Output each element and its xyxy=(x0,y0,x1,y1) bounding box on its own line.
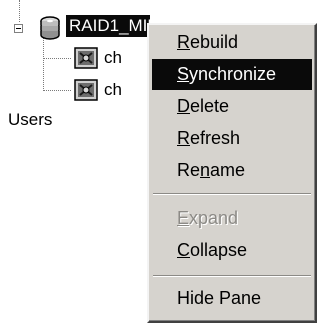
drive-icon xyxy=(73,77,99,103)
menu-separator xyxy=(153,275,311,277)
tree-view: RAID1_MIRROR ch ch Users xyxy=(0,0,150,329)
menu-item-hide-pane[interactable]: Hide Pane xyxy=(152,283,312,314)
tree-node-child-2[interactable]: ch xyxy=(104,79,122,101)
tree-guide-child-2 xyxy=(43,90,71,91)
tree-guide-child-1 xyxy=(43,58,71,59)
menu-item-rename[interactable]: Rename xyxy=(152,155,312,186)
disk-stack-icon xyxy=(37,15,63,41)
context-menu: Rebuild Synchronize Delete Refresh Renam… xyxy=(147,23,317,323)
tree-guide-top xyxy=(19,0,20,22)
tree-guide-children xyxy=(43,34,44,91)
tree-node-users[interactable]: Users xyxy=(8,109,52,131)
menu-item-delete[interactable]: Delete xyxy=(152,91,312,122)
menu-item-collapse[interactable]: Collapse xyxy=(152,235,312,266)
menu-item-expand: Expand xyxy=(177,208,239,228)
tree-node-child-1[interactable]: ch xyxy=(104,47,122,69)
menu-item-refresh[interactable]: Refresh xyxy=(152,123,312,154)
collapse-minus-icon[interactable] xyxy=(14,24,23,33)
menu-item-rebuild[interactable]: Rebuild xyxy=(152,27,312,58)
menu-separator xyxy=(153,193,311,195)
tree-node-root[interactable]: RAID1_MIRROR xyxy=(66,15,150,37)
drive-icon xyxy=(73,45,99,71)
menu-item-synchronize[interactable]: Synchronize xyxy=(152,59,312,90)
